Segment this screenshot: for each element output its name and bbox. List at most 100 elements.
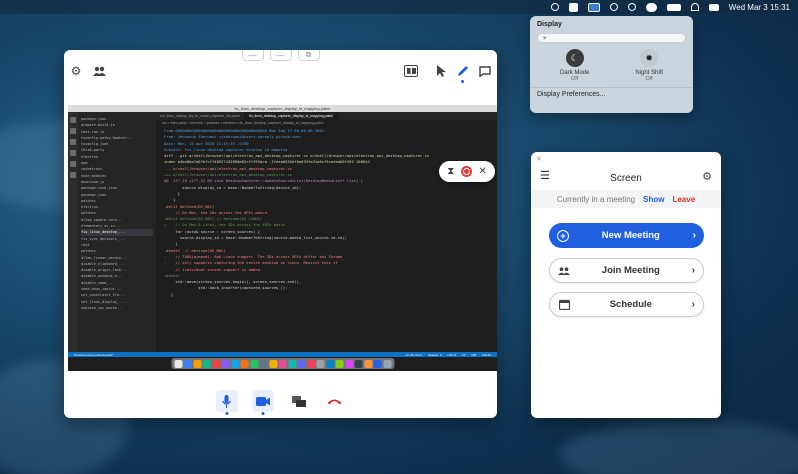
pen-icon[interactable] xyxy=(456,64,470,78)
fullscreen-button[interactable]: ⧉ xyxy=(297,50,320,61)
close-icon[interactable]: ✕ xyxy=(536,155,542,163)
night-shift-state: Off xyxy=(645,76,653,82)
people-icon[interactable] xyxy=(91,64,107,78)
minimize-button[interactable]: — xyxy=(241,50,264,61)
join-meeting-label: Join Meeting xyxy=(601,265,660,276)
dock-app-icon xyxy=(250,359,258,368)
editor-activity-bar xyxy=(68,112,78,357)
screen-app-panel: ✕ ☰ Screen ⚙ Currently in a meeting Show… xyxy=(531,152,721,418)
plus-circle-icon: + xyxy=(557,229,569,242)
dock-app-icon xyxy=(288,359,296,368)
shrink-button[interactable]: — xyxy=(269,50,292,61)
dock-app-icon xyxy=(240,359,249,368)
calendar-icon xyxy=(558,299,570,311)
shared-window-title: fix_linux_desktop_capturer_display_id_ma… xyxy=(234,106,331,111)
wallpaper-wave xyxy=(560,420,798,474)
annotation-floating-bar: ⧗ ✕ xyxy=(439,161,495,182)
schedule-button[interactable]: Schedule › xyxy=(549,292,704,317)
menu-clock[interactable]: Wed Mar 3 15:31 xyxy=(729,3,790,12)
mic-button[interactable] xyxy=(215,390,238,415)
people-icon xyxy=(558,265,570,277)
wifi-icon[interactable] xyxy=(690,3,699,11)
cloud-icon[interactable] xyxy=(645,2,657,12)
chevron-right-icon: › xyxy=(691,299,695,310)
shared-screen[interactable]: fix_linux_desktop_capturer_display_id_ma… xyxy=(68,105,497,420)
pointer-icon[interactable] xyxy=(435,64,447,78)
screen-app-icon[interactable] xyxy=(609,3,618,11)
screens-button[interactable] xyxy=(288,390,310,412)
battery-icon[interactable] xyxy=(666,3,681,11)
dark-mode-state: Off xyxy=(571,76,579,82)
active-dot xyxy=(261,412,264,415)
status-item: UTF-8 xyxy=(447,352,457,357)
hangup-button[interactable] xyxy=(324,390,346,412)
show-meeting-link[interactable]: Show xyxy=(643,195,664,204)
join-meeting-button[interactable]: Join Meeting › xyxy=(549,258,704,283)
mic-icon xyxy=(222,394,231,408)
dock-app-icon xyxy=(345,359,353,368)
dock-app-icon xyxy=(212,359,220,368)
dock-app-icon xyxy=(354,359,363,368)
hourglass-icon[interactable]: ⧗ xyxy=(447,166,454,177)
hangup-icon xyxy=(327,399,342,404)
editor-pane: set_linux_display_ids_to_match_capturer_… xyxy=(156,112,497,357)
brightness-slider[interactable]: ☀ xyxy=(537,33,686,43)
camera-icon xyxy=(255,396,270,406)
editor-file-tree: package.json prepare-build.js test-ran.js t… xyxy=(78,112,156,357)
dock-app-icon xyxy=(231,359,239,368)
window-controls: — — ⧉ xyxy=(241,50,320,61)
call-controls xyxy=(64,386,497,416)
dock-app-icon xyxy=(174,359,182,368)
airplay-icon[interactable] xyxy=(568,2,578,12)
meeting-status-text: Currently in a meeting xyxy=(556,194,636,204)
status-icon[interactable] xyxy=(550,3,559,11)
leave-meeting-link[interactable]: Leave xyxy=(672,195,695,204)
status-item: CSLint xyxy=(481,352,491,357)
app-header: Screen xyxy=(531,166,721,190)
menu-bar: Wed Mar 3 15:31 xyxy=(0,0,798,14)
control-center-icon[interactable] xyxy=(708,3,719,11)
display-icon[interactable] xyxy=(587,2,600,12)
gear-icon[interactable]: ⚙ xyxy=(702,170,712,183)
dock-app-icon xyxy=(202,359,211,368)
dock-app-icon xyxy=(269,359,277,368)
chat-icon[interactable] xyxy=(478,64,492,78)
dock-app-icon xyxy=(278,359,287,368)
new-meeting-button[interactable]: + New Meeting › xyxy=(549,223,704,248)
dock-app-icon xyxy=(183,359,192,368)
display-preferences-link[interactable]: Display Preferences... xyxy=(537,91,686,98)
shared-dock xyxy=(171,358,394,369)
status-item: Diff xyxy=(471,352,476,357)
display-panel: Display ☀ ☾ Dark Mode Off ✹ Night Shift … xyxy=(530,16,693,113)
dock-app-icon xyxy=(259,359,268,368)
status-item: LF xyxy=(462,352,466,357)
chevron-right-icon: › xyxy=(691,265,695,276)
display-title: Display xyxy=(537,21,562,28)
dock-app-icon xyxy=(193,359,201,368)
editor-tabs: set_linux_display_ids_to_match_capturer_… xyxy=(156,112,497,120)
dock-app-icon xyxy=(373,359,382,368)
screen-share-window: — — ⧉ ⚙ fix_linux_desktop_capturer_displ… xyxy=(64,50,497,418)
record-icon[interactable] xyxy=(460,166,472,177)
dock-app-icon xyxy=(326,359,334,368)
file-tree-item: unblock_ipc_socke... xyxy=(81,305,124,310)
code-line: } xyxy=(164,291,174,297)
close-icon[interactable]: ✕ xyxy=(478,166,486,177)
active-tool-dot xyxy=(461,80,464,83)
active-dot xyxy=(225,412,228,415)
dock-app-icon xyxy=(383,359,391,368)
moon-icon: ☾ xyxy=(565,49,584,67)
sync-icon[interactable] xyxy=(627,3,636,11)
layout-icon[interactable] xyxy=(404,65,418,77)
gear-icon[interactable]: ⚙ xyxy=(69,64,83,78)
dock-app-icon xyxy=(221,359,230,368)
dock-app-icon xyxy=(364,359,372,368)
status-item: Ln 23, Col 1 xyxy=(405,352,423,357)
status-item: Spaces: 2 xyxy=(428,352,442,357)
dark-mode-toggle[interactable]: ☾ Dark Mode Off xyxy=(560,49,589,82)
schedule-label: Schedule xyxy=(609,299,652,310)
editor-status-bar: Pmvoice-screen-ids-are-bad* Ln 23, Col 1 S… xyxy=(68,352,497,357)
camera-button[interactable] xyxy=(251,390,274,415)
dock-app-icon xyxy=(316,359,325,368)
night-shift-toggle[interactable]: ✹ Night Shift Off xyxy=(635,49,663,82)
